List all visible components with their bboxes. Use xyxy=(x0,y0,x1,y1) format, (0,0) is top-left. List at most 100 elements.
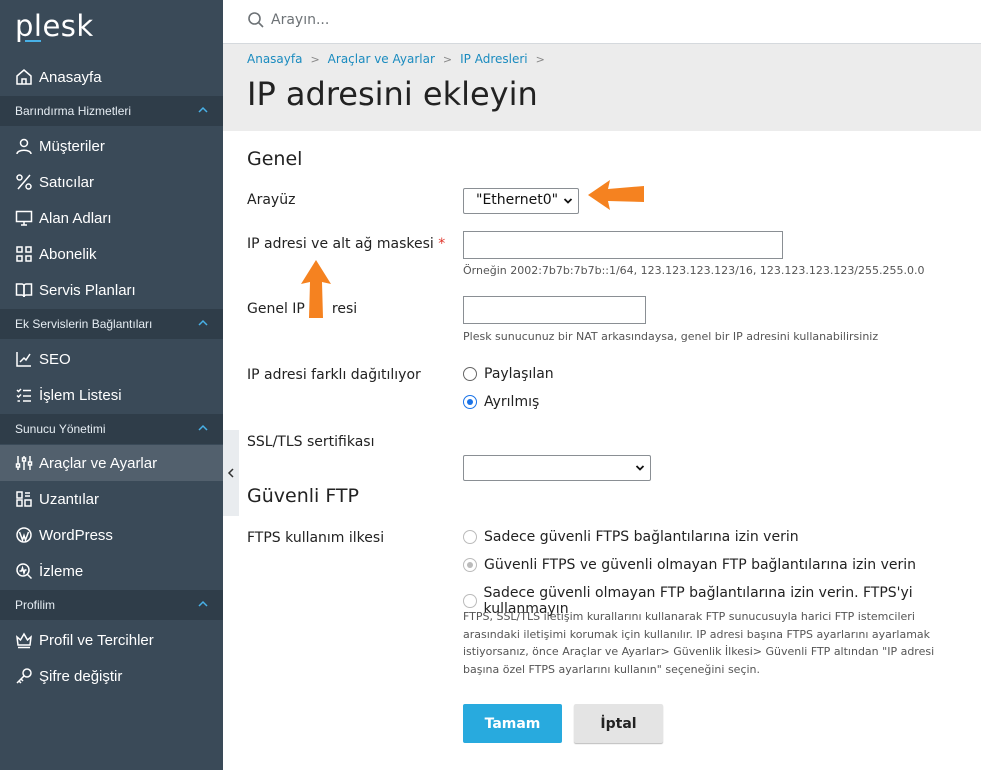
annotation-arrow-up-icon xyxy=(301,260,331,318)
required-mark: * xyxy=(438,236,446,252)
ftps-description: FTPS, SSL/TLS iletişim kurallarını kulla… xyxy=(463,608,943,678)
interface-select[interactable]: "Ethernet0" xyxy=(463,188,579,214)
logo-underline xyxy=(25,40,41,42)
chevron-up-icon xyxy=(198,106,208,113)
ftps-description-line: istiyorsanız, önce Araçlar ve Ayarlar> G… xyxy=(463,645,935,658)
section-title: Profilim xyxy=(15,598,56,612)
search-input[interactable] xyxy=(271,8,671,32)
page-header: Anasayfa > Araçlar ve Ayarlar > IP Adres… xyxy=(223,44,981,131)
section-title: Sunucu Yönetimi xyxy=(15,422,106,436)
cancel-button[interactable]: İptal xyxy=(574,704,663,743)
sidebar-item-label: Alan Adları xyxy=(39,209,112,227)
radio-label: Paylaşılan xyxy=(484,366,554,382)
ssl-certificate-select[interactable] xyxy=(463,455,651,481)
radio-label: Sadece güvenli FTPS bağlantılarına izin … xyxy=(484,529,799,545)
ssl-label: SSL/TLS sertifikası xyxy=(247,434,375,450)
sidebar-item-home[interactable]: Anasayfa xyxy=(0,59,223,95)
sidebar-item-customers[interactable]: Müşteriler xyxy=(0,128,223,164)
radio-button[interactable] xyxy=(463,395,477,409)
ftps-policy-label: FTPS kullanım ilkesi xyxy=(247,530,385,546)
sidebar-item-label: Anasayfa xyxy=(39,68,102,86)
sidebar-item-extensions[interactable]: Uzantılar xyxy=(0,481,223,517)
ftps-description-line: FTPS, SSL/TLS iletişim kurallarını kulla… xyxy=(463,610,915,623)
key-icon xyxy=(15,667,33,685)
public-ip-input[interactable] xyxy=(463,296,646,324)
section-title: Barındırma Hizmetleri xyxy=(15,104,132,118)
breadcrumb: Anasayfa > Araçlar ve Ayarlar > IP Adres… xyxy=(247,52,553,66)
sidebar-item-profile-preferences[interactable]: Profil ve Tercihler xyxy=(0,622,223,658)
breadcrumb-separator: > xyxy=(310,52,320,66)
sidebar-item-label: Satıcılar xyxy=(39,173,95,191)
sidebar-section-server[interactable]: Sunucu Yönetimi xyxy=(0,414,223,444)
main-content: Genel Arayüz "Ethernet0" IP adresi ve al… xyxy=(223,131,981,770)
sliders-icon xyxy=(15,454,33,472)
chevron-up-icon xyxy=(198,319,208,326)
annotation-arrow-left-icon xyxy=(588,180,644,210)
sidebar-item-seo[interactable]: SEO xyxy=(0,341,223,377)
checklist-icon xyxy=(15,386,33,404)
sidebar-item-action-log[interactable]: İşlem Listesi xyxy=(0,377,223,413)
ok-button[interactable]: Tamam xyxy=(463,704,562,743)
home-icon xyxy=(15,68,33,86)
grid-icon xyxy=(15,245,33,263)
public-ip-hint: Plesk sunucunuz bir NAT arkasındaysa, ge… xyxy=(463,330,879,343)
sidebar-item-monitoring[interactable]: İzleme xyxy=(0,553,223,589)
sidebar-item-label: Profil ve Tercihler xyxy=(39,631,154,649)
crown-icon xyxy=(15,631,33,649)
ip-mask-input[interactable] xyxy=(463,231,783,259)
radio-button[interactable] xyxy=(463,558,477,572)
ftps-description-line: başına özel FTPS ayarlarını kullanın" se… xyxy=(463,662,761,676)
chevron-down-icon xyxy=(563,198,573,204)
sidebar-section-hosting[interactable]: Barındırma Hizmetleri xyxy=(0,96,223,126)
radio-button[interactable] xyxy=(463,594,477,608)
radio-label: Güvenli FTPS ve güvenli olmayan FTP bağl… xyxy=(484,557,917,573)
extensions-icon xyxy=(15,490,33,508)
sidebar-section-extensions[interactable]: Ek Servislerin Bağlantıları xyxy=(0,309,223,339)
sidebar-item-domains[interactable]: Alan Adları xyxy=(0,200,223,236)
sidebar-item-change-password[interactable]: Şifre değiştir xyxy=(0,658,223,694)
radio-button[interactable] xyxy=(463,530,477,544)
breadcrumb-ip-addresses[interactable]: IP Adresleri xyxy=(460,52,528,66)
percent-icon xyxy=(15,173,33,191)
radio-shared[interactable]: Paylaşılan xyxy=(463,366,554,382)
monitor-icon xyxy=(15,209,33,227)
ip-mask-label-text: IP adresi ve alt ağ maskesi xyxy=(247,236,434,252)
sidebar-item-label: Uzantılar xyxy=(39,490,100,508)
sidebar-item-label: Şifre değiştir xyxy=(39,667,123,685)
sidebar-item-service-plans[interactable]: Servis Planları xyxy=(0,272,223,308)
sidebar-item-wordpress[interactable]: WordPress xyxy=(0,517,223,553)
breadcrumb-tools-settings[interactable]: Araçlar ve Ayarlar xyxy=(328,52,435,66)
book-icon xyxy=(15,281,33,299)
chart-icon xyxy=(15,350,33,368)
sidebar-item-label: Servis Planları xyxy=(39,281,136,299)
section-heading-general: Genel xyxy=(247,148,303,170)
section-heading-secure-ftp: Güvenli FTP xyxy=(247,485,359,507)
breadcrumb-home[interactable]: Anasayfa xyxy=(247,52,302,66)
sidebar-item-label: WordPress xyxy=(39,526,113,544)
breadcrumb-separator: > xyxy=(442,52,453,66)
distribution-label: IP adresi farklı dağıtılıyor xyxy=(247,367,421,383)
monitoring-icon xyxy=(15,562,33,580)
sidebar-item-resellers[interactable]: Satıcılar xyxy=(0,164,223,200)
sidebar-item-label: Abonelik xyxy=(39,245,97,263)
sidebar-item-tools-settings[interactable]: Araçlar ve Ayarlar xyxy=(0,445,223,481)
sidebar-section-profile[interactable]: Profilim xyxy=(0,590,223,620)
chevron-up-icon xyxy=(198,600,208,607)
wordpress-icon xyxy=(15,526,33,544)
search-icon xyxy=(248,12,264,28)
radio-ftps-and-ftp[interactable]: Güvenli FTPS ve güvenli olmayan FTP bağl… xyxy=(463,557,916,573)
ftps-description-line: arasındaki iletişimi korumak için kullan… xyxy=(463,627,931,641)
plesk-logo[interactable]: plesk xyxy=(15,9,94,43)
breadcrumb-separator: > xyxy=(535,52,545,66)
radio-label: Ayrılmış xyxy=(484,394,540,410)
radio-ftps-only[interactable]: Sadece güvenli FTPS bağlantılarına izin … xyxy=(463,529,799,545)
top-bar xyxy=(223,0,981,44)
chevron-up-icon xyxy=(198,424,208,431)
chevron-down-icon xyxy=(635,465,645,471)
radio-button[interactable] xyxy=(463,367,477,381)
ip-mask-label: IP adresi ve alt ağ maskesi * xyxy=(247,236,445,252)
radio-dedicated[interactable]: Ayrılmış xyxy=(463,394,539,410)
section-title: Ek Servislerin Bağlantıları xyxy=(15,317,153,331)
sidebar-item-label: İzleme xyxy=(39,562,84,580)
sidebar-item-subscriptions[interactable]: Abonelik xyxy=(0,236,223,272)
